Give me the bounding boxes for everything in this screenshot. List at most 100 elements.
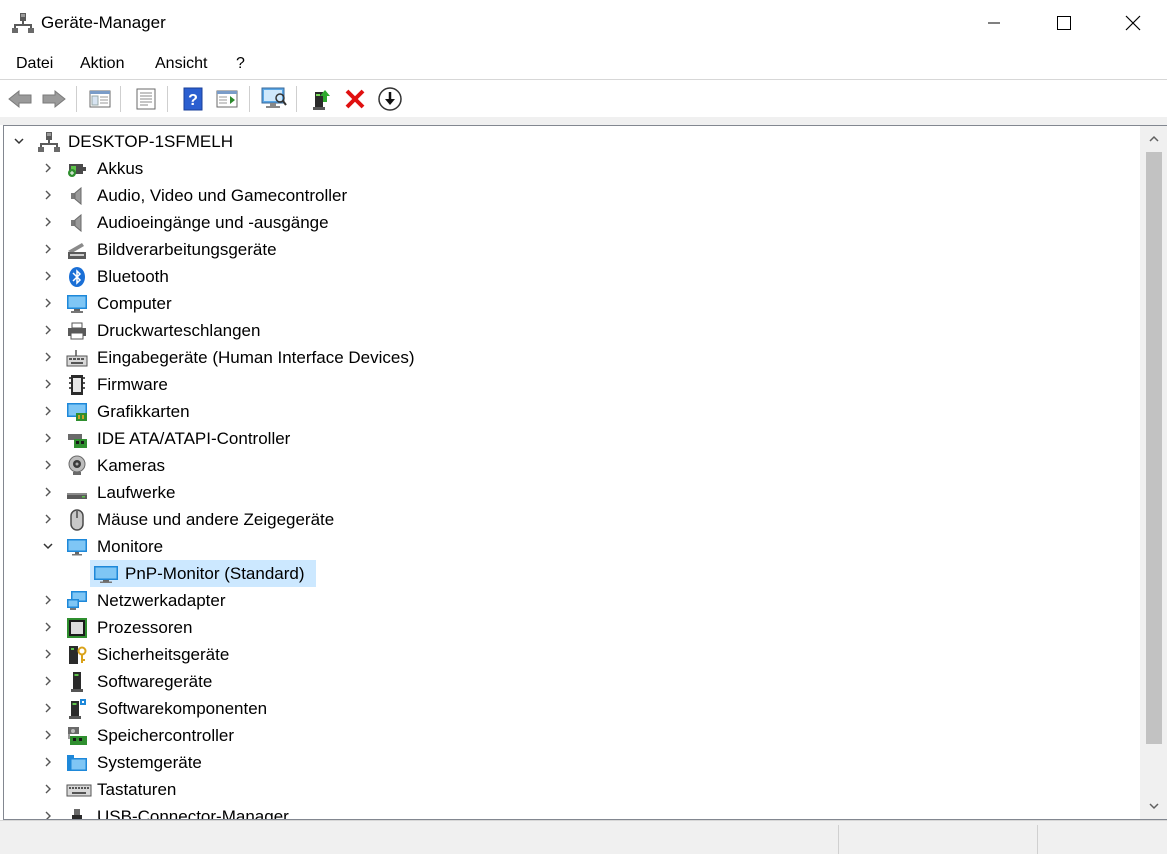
disable-device-button[interactable] — [376, 85, 404, 113]
tree-item-network[interactable]: Netzwerkadapter — [4, 587, 1140, 614]
chevron-up-icon — [1149, 135, 1159, 142]
tree-item-computer[interactable]: Computer — [4, 290, 1140, 317]
tree-item-label: Computer — [97, 294, 172, 313]
expand-chevron-icon[interactable] — [40, 646, 56, 662]
expand-chevron-icon[interactable] — [40, 484, 56, 500]
menu-separator — [0, 79, 1167, 80]
collapse-chevron-icon[interactable] — [11, 133, 27, 149]
close-button[interactable] — [1099, 0, 1167, 46]
expand-chevron-icon[interactable] — [40, 268, 56, 284]
menu-file[interactable]: Datei — [15, 53, 54, 75]
scan-hardware-button[interactable] — [260, 85, 288, 113]
expand-chevron-icon[interactable] — [40, 214, 56, 230]
help-button[interactable]: ? — [179, 85, 207, 113]
expand-chevron-icon[interactable] — [40, 700, 56, 716]
update-driver-icon — [313, 90, 330, 110]
forward-button[interactable] — [40, 85, 68, 113]
tree-item-label: Audio, Video und Gamecontroller — [97, 186, 348, 205]
maximize-icon — [1057, 16, 1071, 30]
tree-item-software-devices[interactable]: Softwaregeräte — [4, 668, 1140, 695]
menu-help[interactable]: ? — [235, 53, 246, 75]
tree-item-keyboards[interactable]: Tastaturen — [4, 776, 1140, 803]
menu-view[interactable]: Ansicht — [154, 53, 208, 75]
computer-icon — [67, 295, 87, 313]
properties-button[interactable] — [132, 85, 160, 113]
expand-chevron-icon[interactable] — [40, 430, 56, 446]
tree-item-disk-drives[interactable]: Laufwerke — [4, 479, 1140, 506]
tree-item-processors[interactable]: Prozessoren — [4, 614, 1140, 641]
expand-chevron-icon[interactable] — [40, 457, 56, 473]
collapse-chevron-icon[interactable] — [40, 538, 56, 554]
toolbar-border — [0, 117, 1167, 125]
tree-item-audio-video[interactable]: Audio, Video und Gamecontroller — [4, 182, 1140, 209]
tree-item-display-adapters[interactable]: Grafikkarten — [4, 398, 1140, 425]
device-tree-panel: DESKTOP-1SFMELH Akkus Audio, Video und G… — [3, 125, 1167, 820]
back-icon — [8, 89, 32, 109]
tree-item-label: Prozessoren — [97, 618, 193, 637]
tree-item-bluetooth[interactable]: Bluetooth — [4, 263, 1140, 290]
usb-icon — [72, 809, 82, 819]
status-separator — [838, 825, 839, 854]
expand-chevron-icon[interactable] — [40, 592, 56, 608]
processor-icon — [67, 618, 87, 638]
scroll-up-button[interactable] — [1140, 126, 1167, 152]
tree-item-print-queues[interactable]: Druckwarteschlangen — [4, 317, 1140, 344]
update-driver-button[interactable] — [308, 85, 336, 113]
tree-item-hid[interactable]: Eingabegeräte (Human Interface Devices) — [4, 344, 1140, 371]
expand-chevron-icon[interactable] — [40, 781, 56, 797]
tree-item-security-devices[interactable]: Sicherheitsgeräte — [4, 641, 1140, 668]
vertical-scrollbar[interactable] — [1140, 126, 1167, 819]
expand-chevron-icon[interactable] — [40, 403, 56, 419]
expand-chevron-icon[interactable] — [40, 673, 56, 689]
tree-item-pnp-monitor[interactable]: PnP-Monitor (Standard) — [4, 560, 1140, 587]
expand-chevron-icon[interactable] — [40, 349, 56, 365]
action-pane-button[interactable] — [213, 85, 241, 113]
show-hide-console-tree-icon — [89, 90, 111, 108]
device-tree[interactable]: DESKTOP-1SFMELH Akkus Audio, Video und G… — [4, 126, 1140, 819]
scroll-down-button[interactable] — [1140, 793, 1167, 819]
tree-item-mice[interactable]: Mäuse und andere Zeigegeräte — [4, 506, 1140, 533]
expand-chevron-icon[interactable] — [40, 511, 56, 527]
mouse-icon — [70, 509, 84, 531]
software-component-icon — [69, 699, 86, 719]
expand-chevron-icon[interactable] — [40, 727, 56, 743]
expand-chevron-icon[interactable] — [40, 295, 56, 311]
tree-item-label: PnP-Monitor (Standard) — [125, 564, 305, 583]
tree-item-firmware[interactable]: Firmware — [4, 371, 1140, 398]
tree-root-label: DESKTOP-1SFMELH — [68, 132, 234, 151]
tree-root-row[interactable]: DESKTOP-1SFMELH — [4, 128, 1140, 155]
tree-item-monitors[interactable]: Monitore — [4, 533, 1140, 560]
back-button[interactable] — [6, 85, 34, 113]
toolbar-separator — [249, 86, 250, 112]
camera-icon — [68, 455, 86, 475]
minimize-button[interactable] — [959, 0, 1029, 46]
title-bar: Geräte-Manager — [0, 0, 1167, 46]
tree-item-storage-controllers[interactable]: Speichercontroller — [4, 722, 1140, 749]
expand-chevron-icon[interactable] — [40, 241, 56, 257]
expand-chevron-icon[interactable] — [40, 376, 56, 392]
expand-chevron-icon[interactable] — [40, 187, 56, 203]
expand-chevron-icon[interactable] — [40, 322, 56, 338]
tree-item-audio-io[interactable]: Audioeingänge und -ausgänge — [4, 209, 1140, 236]
tree-item-cameras[interactable]: Kameras — [4, 452, 1140, 479]
tree-item-system-devices[interactable]: Systemgeräte — [4, 749, 1140, 776]
show-hide-console-tree-button[interactable] — [86, 85, 114, 113]
menu-action[interactable]: Aktion — [79, 53, 125, 75]
expand-chevron-icon[interactable] — [40, 619, 56, 635]
expand-chevron-icon[interactable] — [40, 808, 56, 819]
tree-item-software-components[interactable]: Softwarekomponenten — [4, 695, 1140, 722]
tree-item-ide[interactable]: IDE ATA/ATAPI-Controller — [4, 425, 1140, 452]
tree-item-label: Tastaturen — [97, 780, 177, 799]
scrollbar-thumb[interactable] — [1146, 152, 1162, 744]
maximize-button[interactable] — [1029, 0, 1099, 46]
tree-item-usb-connector-manager[interactable]: USB-Connector-Manager — [4, 803, 1140, 819]
tree-item-imaging[interactable]: Bildverarbeitungsgeräte — [4, 236, 1140, 263]
expand-chevron-icon[interactable] — [40, 754, 56, 770]
tree-item-akkus[interactable]: Akkus — [4, 155, 1140, 182]
monitor-icon — [94, 566, 118, 583]
expand-chevron-icon[interactable] — [40, 160, 56, 176]
disable-device-icon — [378, 87, 402, 111]
tree-item-label: Druckwarteschlangen — [97, 321, 261, 340]
uninstall-device-button[interactable] — [341, 85, 369, 113]
toolbar-separator — [296, 86, 297, 112]
